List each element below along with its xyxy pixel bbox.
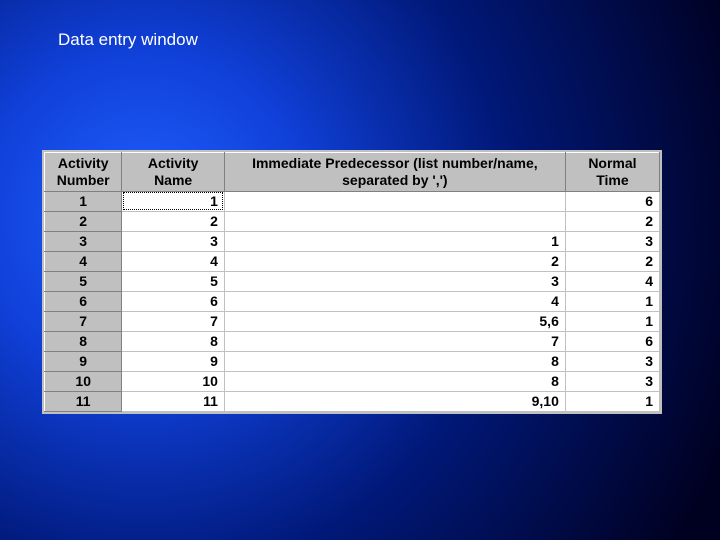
table-body: 1162223313442255346641775,61887699831010… xyxy=(45,191,660,411)
row-header-activity-number[interactable]: 6 xyxy=(45,291,122,311)
table-row: 6641 xyxy=(45,291,660,311)
table-row: 9983 xyxy=(45,351,660,371)
cell-immediate-predecessor[interactable]: 7 xyxy=(224,331,565,351)
cell-activity-name[interactable]: 11 xyxy=(122,391,225,411)
cell-immediate-predecessor[interactable]: 8 xyxy=(224,351,565,371)
cell-activity-name[interactable]: 3 xyxy=(122,231,225,251)
cell-activity-name[interactable]: 1 xyxy=(122,191,225,211)
table-row: 222 xyxy=(45,211,660,231)
table-row: 101083 xyxy=(45,371,660,391)
table-row: 8876 xyxy=(45,331,660,351)
table-row: 11119,101 xyxy=(45,391,660,411)
cell-normal-time[interactable]: 3 xyxy=(565,351,659,371)
cell-normal-time[interactable]: 1 xyxy=(565,391,659,411)
cell-normal-time[interactable]: 1 xyxy=(565,311,659,331)
row-header-activity-number[interactable]: 3 xyxy=(45,231,122,251)
cell-activity-name[interactable]: 2 xyxy=(122,211,225,231)
col-header-label: NormalTime xyxy=(588,155,636,188)
cell-activity-name[interactable]: 6 xyxy=(122,291,225,311)
col-header-normal-time[interactable]: NormalTime xyxy=(565,153,659,192)
cell-normal-time[interactable]: 2 xyxy=(565,251,659,271)
col-header-immediate-predecessor[interactable]: Immediate Predecessor (list number/name,… xyxy=(224,153,565,192)
cell-immediate-predecessor[interactable]: 4 xyxy=(224,291,565,311)
cell-immediate-predecessor[interactable]: 2 xyxy=(224,251,565,271)
data-entry-table[interactable]: ActivityNumber ActivityName Immediate Pr… xyxy=(44,152,660,412)
cell-immediate-predecessor[interactable] xyxy=(224,211,565,231)
cell-normal-time[interactable]: 4 xyxy=(565,271,659,291)
cell-immediate-predecessor[interactable]: 1 xyxy=(224,231,565,251)
cell-normal-time[interactable]: 3 xyxy=(565,231,659,251)
cell-activity-name[interactable]: 4 xyxy=(122,251,225,271)
col-header-label: Immediate Predecessor (list number/name,… xyxy=(252,155,538,188)
row-header-activity-number[interactable]: 11 xyxy=(45,391,122,411)
table-row: 5534 xyxy=(45,271,660,291)
row-header-activity-number[interactable]: 1 xyxy=(45,191,122,211)
cell-activity-name[interactable]: 7 xyxy=(122,311,225,331)
data-entry-table-container: ActivityNumber ActivityName Immediate Pr… xyxy=(42,150,662,414)
cell-immediate-predecessor[interactable]: 9,10 xyxy=(224,391,565,411)
table-row: 11 6 xyxy=(45,191,660,211)
row-header-activity-number[interactable]: 7 xyxy=(45,311,122,331)
col-header-label: ActivityNumber xyxy=(57,155,110,188)
row-header-activity-number[interactable]: 8 xyxy=(45,331,122,351)
col-header-activity-number[interactable]: ActivityNumber xyxy=(45,153,122,192)
cell-immediate-predecessor[interactable] xyxy=(224,191,565,211)
cell-activity-name[interactable]: 9 xyxy=(122,351,225,371)
row-header-activity-number[interactable]: 9 xyxy=(45,351,122,371)
col-header-activity-name[interactable]: ActivityName xyxy=(122,153,225,192)
cell-activity-name[interactable]: 8 xyxy=(122,331,225,351)
cell-activity-name[interactable]: 10 xyxy=(122,371,225,391)
cell-normal-time[interactable]: 6 xyxy=(565,191,659,211)
page-title: Data entry window xyxy=(58,30,198,50)
cell-normal-time[interactable]: 1 xyxy=(565,291,659,311)
table-row: 775,61 xyxy=(45,311,660,331)
cell-normal-time[interactable]: 2 xyxy=(565,211,659,231)
row-header-activity-number[interactable]: 2 xyxy=(45,211,122,231)
cell-normal-time[interactable]: 6 xyxy=(565,331,659,351)
col-header-label: ActivityName xyxy=(148,155,199,188)
cell-activity-name[interactable]: 5 xyxy=(122,271,225,291)
table-row: 4422 xyxy=(45,251,660,271)
row-header-activity-number[interactable]: 4 xyxy=(45,251,122,271)
cell-normal-time[interactable]: 3 xyxy=(565,371,659,391)
row-header-activity-number[interactable]: 5 xyxy=(45,271,122,291)
cell-immediate-predecessor[interactable]: 3 xyxy=(224,271,565,291)
cell-immediate-predecessor[interactable]: 5,6 xyxy=(224,311,565,331)
table-row: 3313 xyxy=(45,231,660,251)
cell-immediate-predecessor[interactable]: 8 xyxy=(224,371,565,391)
row-header-activity-number[interactable]: 10 xyxy=(45,371,122,391)
